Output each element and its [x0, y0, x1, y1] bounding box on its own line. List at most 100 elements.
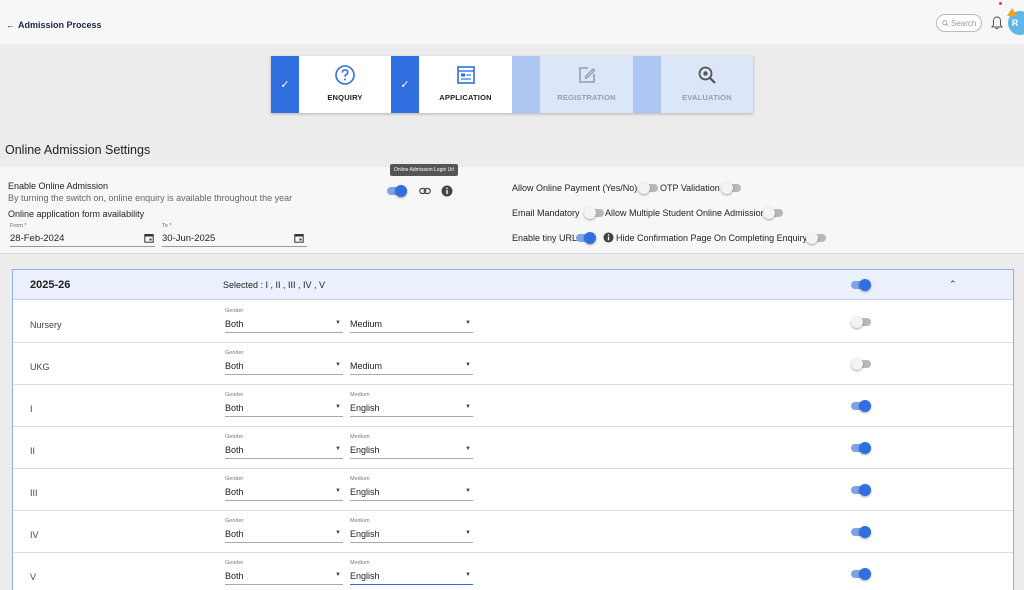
arrow-left-icon: ←	[6, 20, 15, 30]
link-icon[interactable]	[419, 186, 431, 196]
gender-select[interactable]: Both ▼	[225, 487, 343, 501]
multiple-admission-toggle[interactable]	[763, 207, 783, 219]
admission-stepper: ✓ ENQUIRY ✓ APPLICATION REGISTRATION EVA…	[271, 56, 753, 113]
dropdown-arrow-icon: ▼	[335, 488, 341, 494]
medium-select[interactable]: Medium ▼	[350, 319, 473, 333]
step-enquiry-label: ENQUIRY	[327, 93, 363, 102]
check-icon: ✓	[400, 79, 410, 91]
class-name: I	[30, 404, 33, 414]
medium-select[interactable]: English ▼	[350, 529, 473, 543]
chevron-up-icon[interactable]: ⌃	[949, 279, 957, 290]
selected-classes: Selected : I , II , III , IV , V	[223, 280, 326, 290]
class-toggle[interactable]	[851, 568, 871, 580]
medium-value: English	[350, 487, 380, 497]
form-list-icon	[456, 66, 475, 84]
gender-select[interactable]: Both ▼	[225, 445, 343, 459]
gender-value: Both	[225, 529, 244, 539]
medium-select[interactable]: English ▼	[350, 445, 473, 459]
class-toggle[interactable]	[851, 442, 871, 454]
from-caption: From *	[10, 223, 27, 229]
class-toggle[interactable]	[851, 484, 871, 496]
dropdown-arrow-icon: ▼	[335, 320, 341, 326]
gender-select[interactable]: Both ▼	[225, 319, 343, 333]
medium-value: English	[350, 403, 380, 413]
class-toggle[interactable]	[851, 526, 871, 538]
medium-value: English	[350, 571, 380, 581]
settings-panel: Enable Online Admission By turning the s…	[0, 167, 1024, 254]
gender-value: Both	[225, 571, 244, 581]
gender-select[interactable]: Both ▼	[225, 529, 343, 543]
year-header[interactable]: 2025-26 Selected : I , II , III , IV , V…	[13, 270, 1013, 300]
allow-payment-toggle[interactable]	[638, 182, 658, 194]
page-title: Admission Process	[18, 20, 102, 30]
section-title: Online Admission Settings	[5, 143, 151, 157]
class-name: II	[30, 446, 36, 456]
medium-caption: Medium	[350, 392, 370, 398]
bell-icon[interactable]	[991, 16, 1003, 30]
to-date-field[interactable]: 30-Jun-2025	[162, 233, 307, 247]
dropdown-arrow-icon: ▼	[465, 404, 471, 410]
warning-icon	[1007, 8, 1017, 16]
email-mandatory-toggle[interactable]	[584, 207, 604, 219]
avatar-initial: R	[1011, 18, 1019, 28]
otp-toggle[interactable]	[721, 182, 741, 194]
allow-payment-label: Allow Online Payment (Yes/No)	[512, 183, 638, 193]
to-caption: To *	[162, 223, 172, 229]
year-toggle[interactable]	[851, 279, 871, 291]
hide-confirm-label: Hide Confirmation Page On Completing Enq…	[616, 233, 808, 243]
dropdown-arrow-icon: ▼	[335, 404, 341, 410]
medium-caption: Medium	[350, 434, 370, 440]
dropdown-arrow-icon: ▼	[335, 362, 341, 368]
multiple-admission-label: Allow Multiple Student Online Admission	[605, 208, 766, 218]
search-placeholder: Search	[951, 18, 977, 28]
gender-value: Both	[225, 403, 244, 413]
step-enquiry-check: ✓	[271, 56, 299, 113]
search-input[interactable]: Search	[936, 14, 982, 32]
step-application-check: ✓	[391, 56, 419, 113]
medium-select[interactable]: Medium ▼	[350, 361, 473, 375]
dropdown-arrow-icon: ▼	[335, 446, 341, 452]
notification-dot	[999, 2, 1002, 5]
hide-confirm-toggle[interactable]	[806, 232, 826, 244]
dropdown-arrow-icon: ▼	[465, 320, 471, 326]
from-date-field[interactable]: 28-Feb-2024	[10, 233, 155, 247]
medium-select[interactable]: English ▼	[350, 571, 473, 585]
edit-square-icon	[578, 67, 595, 83]
class-row: V Gender Both ▼ Medium English ▼	[13, 553, 1013, 590]
class-toggle[interactable]	[851, 400, 871, 412]
class-name: III	[30, 488, 38, 498]
info-icon[interactable]	[603, 232, 614, 243]
gender-caption: Gender	[225, 560, 244, 566]
class-toggle[interactable]	[851, 316, 871, 328]
enable-admission-toggle[interactable]	[387, 185, 407, 197]
gender-select[interactable]: Both ▼	[225, 361, 343, 375]
gender-select[interactable]: Both ▼	[225, 403, 343, 417]
dropdown-arrow-icon: ▼	[335, 530, 341, 536]
gender-caption: Gender	[225, 476, 244, 482]
top-bar: ← Admission Process Search R	[0, 0, 1024, 44]
gender-select[interactable]: Both ▼	[225, 571, 343, 585]
email-mandatory-label: Email Mandatory	[512, 208, 580, 218]
step-registration[interactable]: REGISTRATION	[540, 56, 633, 113]
class-name: IV	[30, 530, 39, 540]
class-row: UKG Gender Both ▼ Medium ▼	[13, 343, 1013, 385]
gender-caption: Gender	[225, 434, 244, 440]
step-application[interactable]: APPLICATION	[419, 56, 512, 113]
calendar-icon[interactable]	[294, 233, 304, 243]
class-row: I Gender Both ▼ Medium English ▼	[13, 385, 1013, 427]
step-enquiry[interactable]: ENQUIRY	[299, 56, 391, 113]
dropdown-arrow-icon: ▼	[465, 488, 471, 494]
medium-value: Medium	[350, 361, 383, 371]
step-registration-label: REGISTRATION	[557, 93, 616, 102]
step-evaluation[interactable]: EVALUATION	[661, 56, 753, 113]
medium-select[interactable]: English ▼	[350, 403, 473, 417]
medium-caption: Medium	[350, 518, 370, 524]
class-row: II Gender Both ▼ Medium English ▼	[13, 427, 1013, 469]
calendar-icon[interactable]	[144, 233, 154, 243]
back-button[interactable]: ← Admission Process	[6, 20, 102, 30]
medium-select[interactable]: English ▼	[350, 487, 473, 501]
class-row: Nursery Gender Both ▼ Medium ▼	[13, 301, 1013, 343]
tiny-url-toggle[interactable]	[576, 232, 596, 244]
class-toggle[interactable]	[851, 358, 871, 370]
info-icon[interactable]	[441, 185, 453, 197]
